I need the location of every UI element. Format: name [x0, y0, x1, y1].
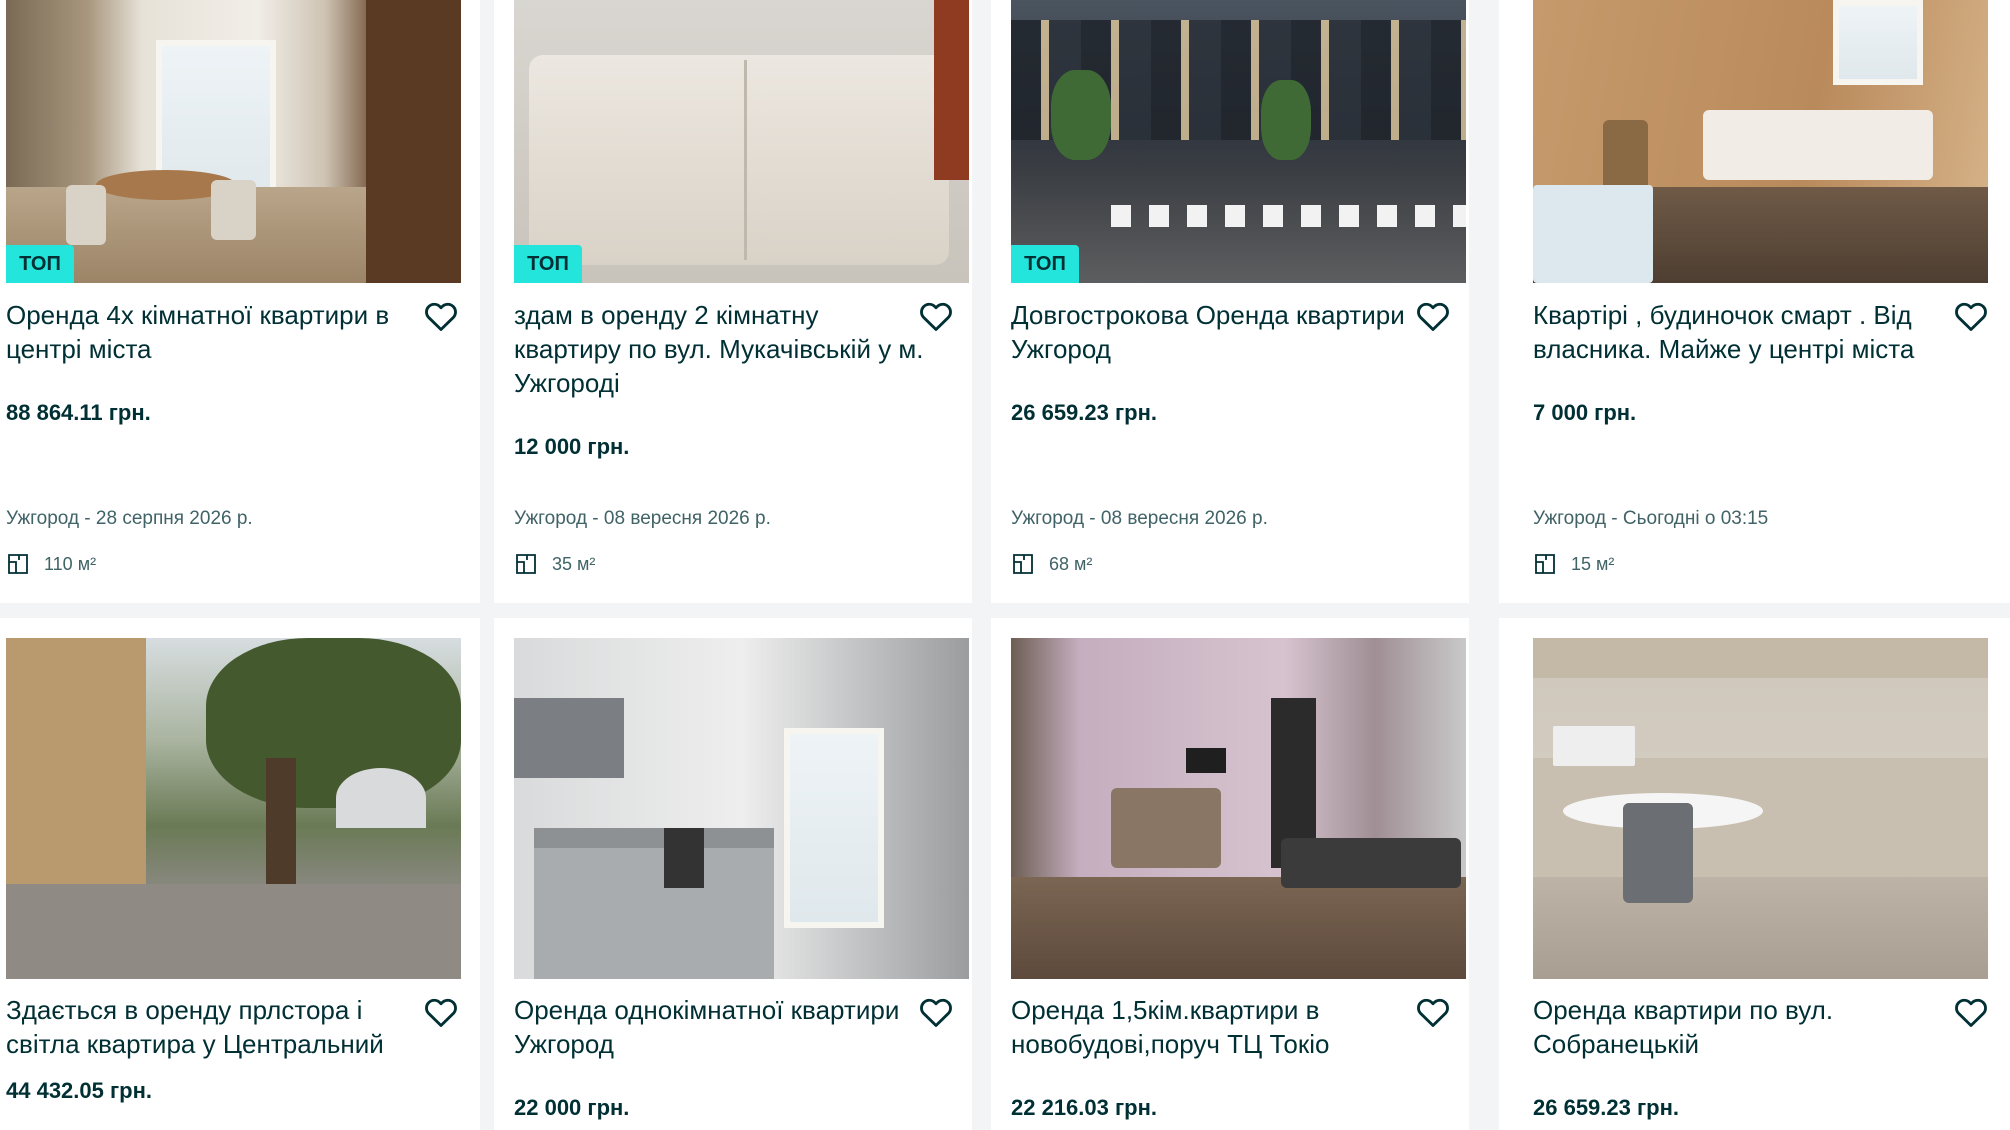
- listing-title[interactable]: здам в оренду 2 кімнатну квартиру по вул…: [514, 298, 924, 400]
- heart-outline-icon[interactable]: [917, 993, 955, 1031]
- listing-area: 35 м²: [514, 552, 595, 576]
- floor-plan-icon: [8, 554, 28, 574]
- listing-price: 26 659.23 грн.: [1533, 1095, 1679, 1120]
- listings-grid: ТОП Оренда 4х кімнатної квартири в центр…: [0, 0, 2010, 1130]
- listing-title[interactable]: Оренда 1,5кім.квартири в новобудові,пору…: [1011, 993, 1421, 1061]
- listing-card[interactable]: Оренда квартири по вул. Собранецькій 26 …: [1499, 618, 2010, 1130]
- listing-location-date: Ужгород - Сьогодні о 03:15: [1533, 508, 1769, 529]
- heart-outline-icon[interactable]: [1414, 297, 1452, 335]
- top-badge: ТОП: [1011, 245, 1079, 283]
- listing-photo[interactable]: [514, 638, 969, 979]
- listing-area: 68 м²: [1011, 552, 1092, 576]
- listing-title[interactable]: Довгострокова Оренда квартири Ужгород: [1011, 298, 1421, 366]
- listing-card[interactable]: ТОП здам в оренду 2 кімнатну квартиру по…: [494, 0, 972, 603]
- top-badge: ТОП: [6, 245, 74, 283]
- listing-photo[interactable]: [1011, 638, 1466, 979]
- heart-outline-icon[interactable]: [1414, 993, 1452, 1031]
- listing-card[interactable]: Здається в оренду прлстора і світла квар…: [0, 618, 480, 1130]
- listing-price: 22 216.03 грн.: [1011, 1095, 1157, 1120]
- listing-photo[interactable]: [1533, 0, 1988, 283]
- listing-card[interactable]: Оренда 1,5кім.квартири в новобудові,пору…: [991, 618, 1469, 1130]
- heart-outline-icon[interactable]: [917, 297, 955, 335]
- listing-price: 44 432.05 грн.: [6, 1078, 152, 1103]
- listing-price: 22 000 грн.: [514, 1095, 630, 1120]
- listing-area-value: 15 м²: [1571, 553, 1615, 574]
- listing-title[interactable]: Здається в оренду прлстора і світла квар…: [6, 993, 416, 1061]
- listing-photo[interactable]: [1533, 638, 1988, 979]
- listing-card[interactable]: ТОП Оренда 4х кімнатної квартири в центр…: [0, 0, 480, 603]
- floor-plan-icon: [1535, 554, 1555, 574]
- floor-plan-icon: [516, 554, 536, 574]
- listing-area: 110 м²: [6, 552, 96, 576]
- listing-title[interactable]: Оренда квартири по вул. Собранецькій: [1533, 993, 1943, 1061]
- top-badge: ТОП: [514, 245, 582, 283]
- listing-card[interactable]: ТОП Довгострокова Оренда квартири Ужгоро…: [991, 0, 1469, 603]
- floor-plan-icon: [1013, 554, 1033, 574]
- heart-outline-icon[interactable]: [422, 993, 460, 1031]
- listing-photo[interactable]: ТОП: [514, 0, 969, 283]
- listing-title[interactable]: Оренда 4х кімнатної квартири в центрі мі…: [6, 298, 416, 366]
- listing-area-value: 35 м²: [552, 553, 596, 574]
- listing-photo[interactable]: ТОП: [6, 0, 461, 283]
- listing-area: 15 м²: [1533, 552, 1614, 576]
- listing-price: 7 000 грн.: [1533, 400, 1637, 425]
- listing-price: 26 659.23 грн.: [1011, 400, 1157, 425]
- listing-location-date: Ужгород - 08 вересня 2026 р.: [1011, 508, 1268, 529]
- listing-card[interactable]: Оренда однокімнатної квартири Ужгород 22…: [494, 618, 972, 1130]
- heart-outline-icon[interactable]: [422, 297, 460, 335]
- heart-outline-icon[interactable]: [1952, 297, 1990, 335]
- listing-card[interactable]: Квартірі , будиночок смарт . Від власник…: [1499, 0, 2010, 603]
- listing-area-value: 110 м²: [44, 553, 97, 574]
- listing-area-value: 68 м²: [1049, 553, 1093, 574]
- listing-photo[interactable]: ТОП: [1011, 0, 1466, 283]
- listing-price: 88 864.11 грн.: [6, 400, 151, 425]
- listing-photo[interactable]: [6, 638, 461, 979]
- heart-outline-icon[interactable]: [1952, 993, 1990, 1031]
- listing-location-date: Ужгород - 08 вересня 2026 р.: [514, 508, 771, 529]
- listing-title[interactable]: Оренда однокімнатної квартири Ужгород: [514, 993, 924, 1061]
- listing-location-date: Ужгород - 28 серпня 2026 р.: [6, 508, 253, 529]
- listing-title[interactable]: Квартірі , будиночок смарт . Від власник…: [1533, 298, 1943, 366]
- listing-price: 12 000 грн.: [514, 434, 630, 459]
